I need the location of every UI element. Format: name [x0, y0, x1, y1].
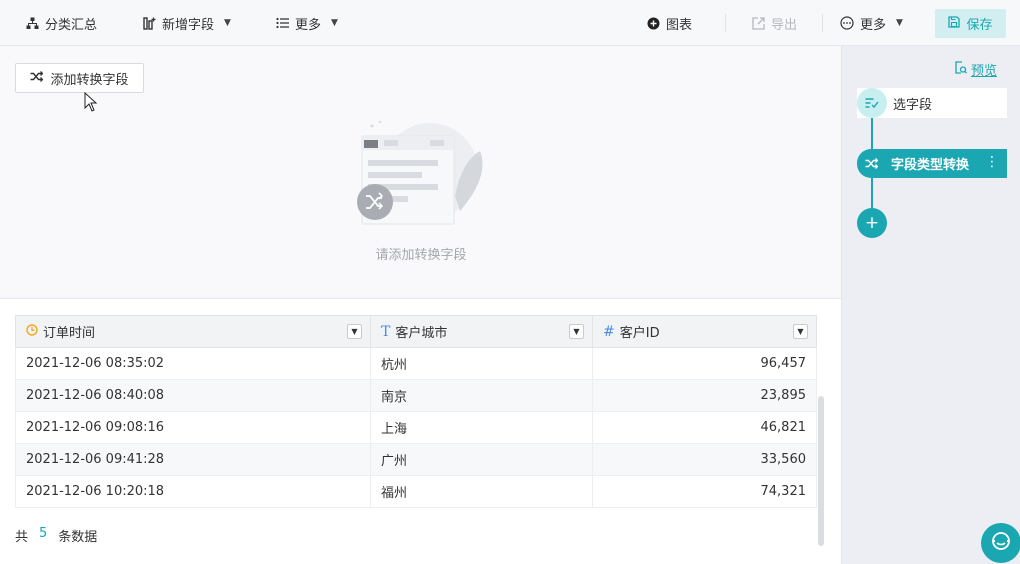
table-row: 2021-12-06 10:20:18 福州 74,321 [15, 475, 817, 508]
shuffle-icon [857, 149, 886, 178]
column-header-customer-id[interactable]: # 客户ID ▼ [592, 315, 817, 348]
more-circle-icon [840, 16, 854, 30]
column-label: 订单时间 [43, 326, 96, 341]
row-count-suffix: 条数据 [58, 530, 98, 545]
list-icon [276, 17, 289, 29]
mouse-cursor-icon [84, 91, 98, 116]
column-header-order-time[interactable]: 订单时间 ▼ [15, 315, 371, 348]
plus-circle-icon [647, 17, 660, 30]
table-row: 2021-12-06 09:08:16 上海 46,821 [15, 411, 817, 444]
table-header-row: 订单时间 ▼ T 客户城市 ▼ # 客户ID ▼ [15, 315, 817, 348]
flow-node-label: 选字段 [893, 97, 933, 113]
group-summary-label: 分类汇总 [45, 17, 98, 33]
save-icon [948, 15, 961, 32]
preview-label: 预览 [971, 64, 998, 79]
column-header-customer-city[interactable]: T 客户城市 ▼ [370, 315, 593, 348]
toolbar-divider [822, 14, 823, 32]
chart-label: 图表 [666, 17, 693, 33]
column-label: 客户城市 [395, 326, 448, 341]
clock-icon [26, 323, 38, 340]
empty-hint-text: 请添加转换字段 [375, 248, 467, 263]
chevron-down-icon: ▼ [331, 18, 338, 28]
chevron-down-icon: ▼ [896, 18, 903, 28]
export-button[interactable]: 导出 [752, 0, 797, 46]
chevron-down-icon: ▼ [224, 18, 231, 28]
cell-customer-city[interactable]: 上海 [370, 411, 593, 444]
cell-customer-city[interactable]: 南京 [370, 379, 593, 412]
cell-order-time[interactable]: 2021-12-06 10:20:18 [15, 475, 371, 508]
cell-order-time[interactable]: 2021-12-06 08:40:08 [15, 379, 371, 412]
chat-icon [991, 531, 1011, 555]
cell-customer-id[interactable]: 74,321 [592, 475, 817, 508]
row-count-value: 5 [39, 526, 48, 541]
row-count: 共 5 条数据 [15, 526, 97, 545]
preview-icon [954, 61, 967, 78]
more-right-label: 更多 [860, 17, 887, 33]
flow-node-label: 字段类型转换 [891, 158, 970, 173]
toolbar-divider [725, 14, 726, 32]
cell-customer-city[interactable]: 杭州 [370, 347, 593, 380]
add-convert-field-label: 添加转换字段 [50, 72, 129, 88]
chart-button[interactable]: 图表 [647, 0, 692, 46]
cell-customer-city[interactable]: 广州 [370, 443, 593, 476]
hierarchy-icon [26, 17, 39, 30]
flow-connector [871, 178, 873, 210]
export-icon [752, 16, 765, 30]
save-button[interactable]: 保存 [935, 9, 1006, 38]
cell-customer-id[interactable]: 33,560 [592, 443, 817, 476]
add-convert-field-button[interactable]: 添加转换字段 [15, 63, 144, 93]
data-table: 订单时间 ▼ T 客户城市 ▼ # 客户ID ▼ 2021-12-06 08:3… [15, 315, 817, 508]
chat-support-button[interactable] [981, 523, 1020, 563]
toolbar: 分类汇总 新增字段 ▼ 更多 ▼ 图表 导出 更多 ▼ 保存 [0, 0, 1020, 46]
more-dropdown-right[interactable]: 更多 ▼ [840, 0, 903, 46]
add-field-dropdown[interactable]: 新增字段 ▼ [143, 0, 231, 46]
cell-order-time[interactable]: 2021-12-06 09:08:16 [15, 411, 371, 444]
row-count-prefix: 共 [15, 530, 29, 545]
column-menu-button[interactable]: ▼ [347, 324, 362, 339]
cell-order-time[interactable]: 2021-12-06 09:41:28 [15, 443, 371, 476]
add-field-label: 新增字段 [162, 17, 215, 33]
cell-customer-id[interactable]: 96,457 [592, 347, 817, 380]
cell-customer-city[interactable]: 福州 [370, 475, 593, 508]
empty-illustration [350, 116, 495, 256]
preview-link[interactable]: 预览 [954, 60, 997, 79]
cell-customer-id[interactable]: 46,821 [592, 411, 817, 444]
cell-order-time[interactable]: 2021-12-06 08:35:02 [15, 347, 371, 380]
table-row: 2021-12-06 08:40:08 南京 23,895 [15, 379, 817, 412]
more-dropdown-left[interactable]: 更多 ▼ [276, 0, 338, 46]
flow-panel: 预览 选字段 字段类型转换 ⋮ + [841, 46, 1020, 564]
flow-connector [871, 118, 873, 150]
flow-node-select-fields[interactable]: 选字段 [857, 88, 1007, 118]
flow-node-type-convert[interactable]: 字段类型转换 ⋮ [857, 149, 1007, 178]
cell-customer-id[interactable]: 23,895 [592, 379, 817, 412]
column-menu-button[interactable]: ▼ [569, 324, 584, 339]
number-type-icon: # [603, 323, 615, 340]
column-menu-button[interactable]: ▼ [793, 324, 808, 339]
add-step-button[interactable]: + [857, 208, 887, 238]
add-column-icon [143, 16, 156, 30]
group-summary-button[interactable]: 分类汇总 [26, 0, 97, 46]
column-label: 客户ID [619, 326, 660, 341]
table-row: 2021-12-06 08:35:02 杭州 96,457 [15, 347, 817, 380]
select-fields-icon [857, 88, 887, 118]
table-row: 2021-12-06 09:41:28 广州 33,560 [15, 443, 817, 476]
node-menu-icon[interactable]: ⋮ [985, 154, 999, 170]
shuffle-icon [30, 70, 44, 86]
save-label: 保存 [966, 18, 993, 33]
editor-panel: 添加转换字段 请添加转换字段 订单时间 ▼ T 客户城市 ▼ # 客户ID ▼ … [0, 46, 841, 564]
more-left-label: 更多 [295, 17, 322, 33]
export-label: 导出 [771, 17, 798, 33]
table-scrollbar[interactable] [818, 396, 824, 546]
data-preview-area: 订单时间 ▼ T 客户城市 ▼ # 客户ID ▼ 2021-12-06 08:3… [0, 298, 841, 564]
text-type-icon: T [381, 323, 391, 340]
